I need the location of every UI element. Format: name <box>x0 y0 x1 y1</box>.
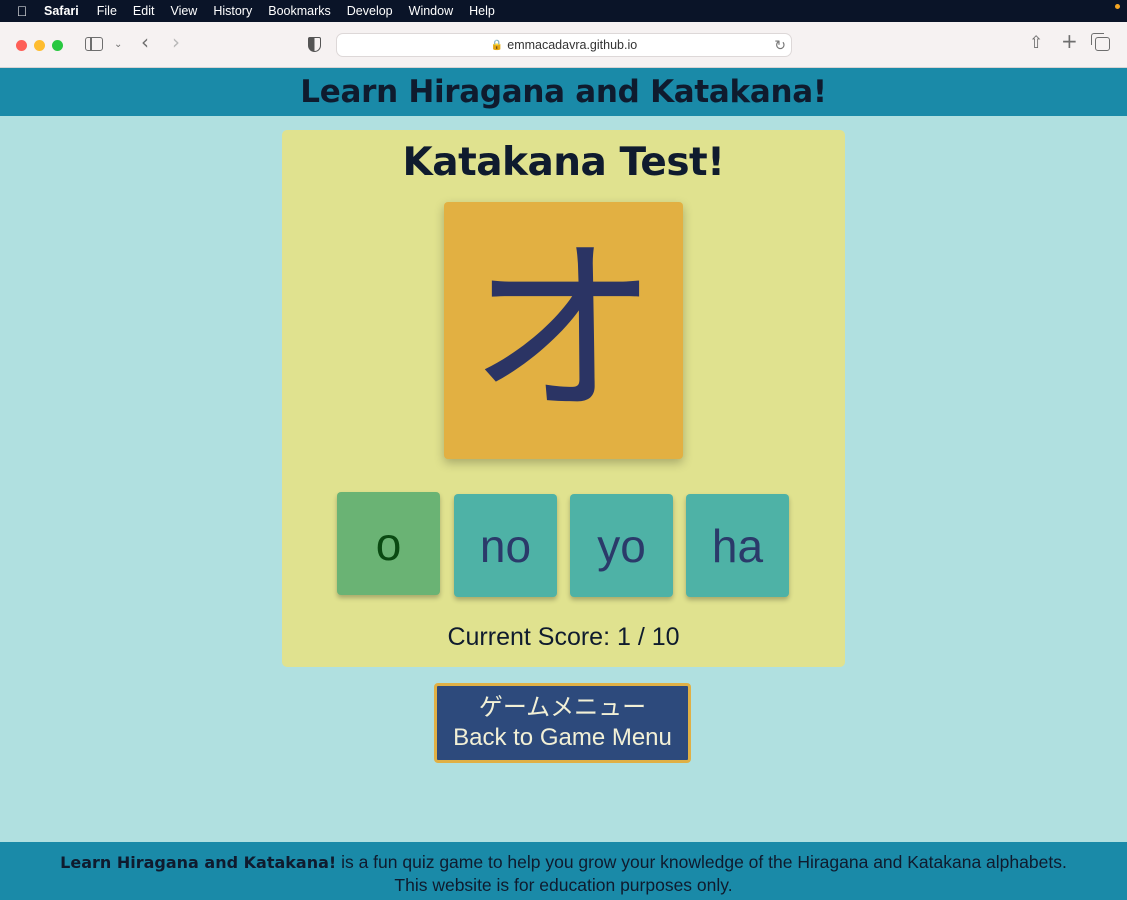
minimize-window-button[interactable] <box>34 40 45 51</box>
close-window-button[interactable] <box>16 40 27 51</box>
answer-button-yo[interactable]: yo <box>570 494 673 597</box>
tab-overview-icon[interactable] <box>1091 33 1110 51</box>
site-header: Learn Hiragana and Katakana! <box>0 68 1127 116</box>
menu-view[interactable]: View <box>170 4 197 18</box>
url-text: emmacadavra.github.io <box>507 38 638 52</box>
macos-menu-bar:  Safari File Edit View History Bookmark… <box>0 0 1127 22</box>
current-score: Current Score: 1 / 10 <box>447 623 680 651</box>
menu-bookmarks[interactable]: Bookmarks <box>268 4 331 18</box>
forward-arrow-icon[interactable]: › <box>172 32 180 52</box>
footer-brand: Learn Hiragana and Katakana! <box>60 853 337 872</box>
lock-icon: 🔒 <box>490 39 504 51</box>
new-tab-icon[interactable]: + <box>1061 31 1078 51</box>
reload-icon[interactable]: ↻ <box>774 37 786 54</box>
answer-button-no[interactable]: no <box>454 494 557 597</box>
test-title: Katakana Test! <box>402 140 725 185</box>
back-arrow-icon[interactable]: ‹ <box>141 32 149 52</box>
privacy-shield-icon[interactable] <box>308 37 321 52</box>
menu-help[interactable]: Help <box>469 4 495 18</box>
site-footer: Learn Hiragana and Katakana! is a fun qu… <box>0 842 1127 900</box>
footer-line-2: This website is for education purposes o… <box>394 875 733 895</box>
share-icon[interactable]: ⇧ <box>1029 35 1043 52</box>
answer-options: o no yo ha <box>337 492 792 597</box>
menu-button-japanese-label: ゲームメニュー <box>478 694 647 721</box>
apple-logo-icon[interactable]:  <box>0 3 44 19</box>
katakana-character: オ <box>468 219 659 441</box>
menu-window[interactable]: Window <box>409 4 453 18</box>
menu-history[interactable]: History <box>213 4 252 18</box>
chevron-down-icon[interactable]: ⌄ <box>114 37 122 53</box>
answer-button-o[interactable]: o <box>337 492 440 595</box>
zoom-window-button[interactable] <box>52 40 63 51</box>
menu-edit[interactable]: Edit <box>133 4 155 18</box>
back-to-game-menu-button[interactable]: ゲームメニュー Back to Game Menu <box>434 683 691 763</box>
character-card: オ <box>444 202 683 459</box>
web-page: Learn Hiragana and Katakana! Katakana Te… <box>0 68 1127 900</box>
menu-develop[interactable]: Develop <box>347 4 393 18</box>
site-title: Learn Hiragana and Katakana! <box>300 74 827 110</box>
menu-file[interactable]: File <box>97 4 117 18</box>
footer-line-1: Learn Hiragana and Katakana! is a fun qu… <box>0 851 1127 874</box>
recording-indicator-icon <box>1115 4 1120 9</box>
quiz-panel: Katakana Test! オ o no yo ha Current Scor… <box>282 130 845 667</box>
menu-button-english-label: Back to Game Menu <box>453 724 672 751</box>
sidebar-toggle-icon[interactable] <box>85 37 103 51</box>
footer-description: is a fun quiz game to help you grow your… <box>336 852 1067 872</box>
address-bar[interactable]: 🔒 emmacadavra.github.io ↻ <box>336 33 792 57</box>
menu-safari[interactable]: Safari <box>44 4 79 18</box>
answer-button-ha[interactable]: ha <box>686 494 789 597</box>
